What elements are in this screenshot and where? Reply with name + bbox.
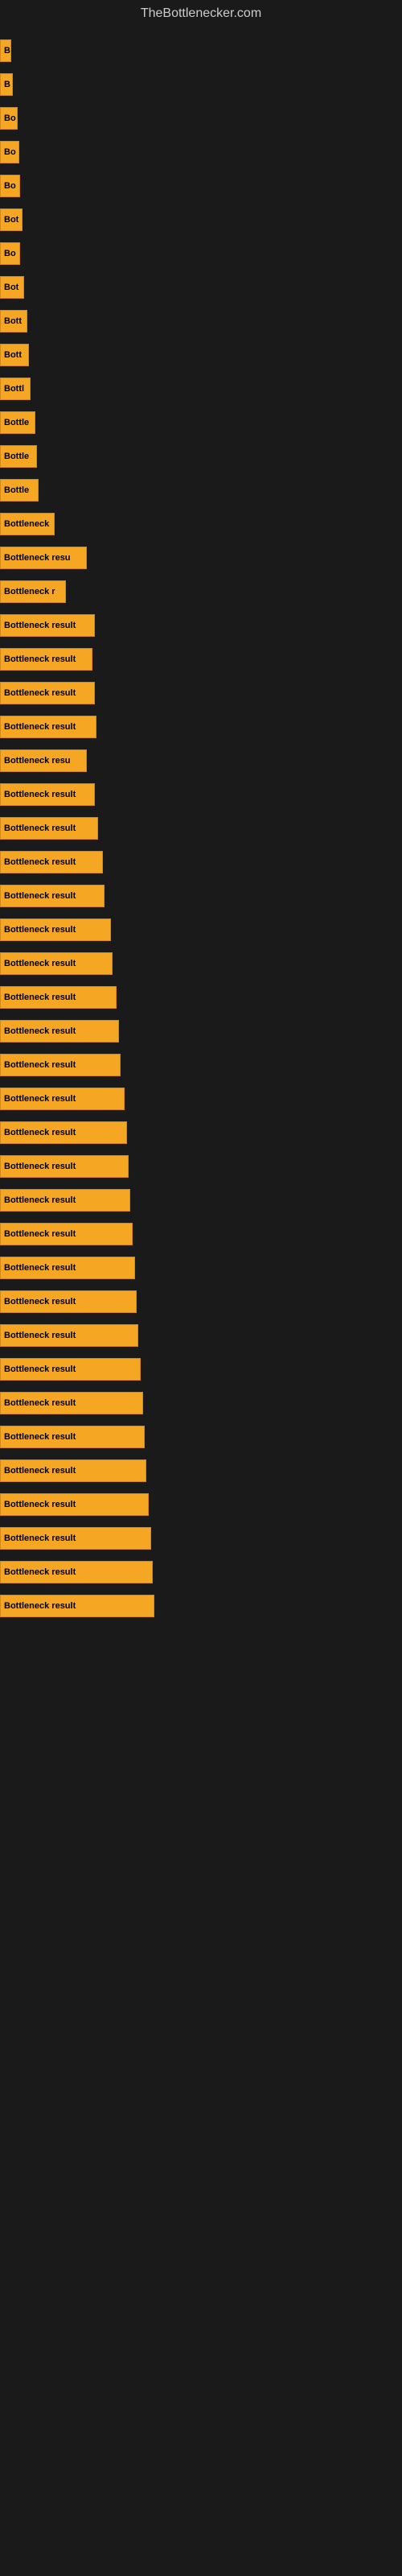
bar-label: Bottleneck result bbox=[0, 1595, 154, 1617]
bar-row: Bottleneck result bbox=[0, 644, 402, 675]
bar-label: Bot bbox=[0, 276, 24, 299]
bar-row: Bottleneck result bbox=[0, 813, 402, 844]
bar-row: Bottleneck result bbox=[0, 678, 402, 708]
bar-row: Bo bbox=[0, 137, 402, 167]
bar-row: Bottl bbox=[0, 374, 402, 404]
bar-row: Bottleneck result bbox=[0, 1320, 402, 1351]
bar-row: Bottleneck result bbox=[0, 1388, 402, 1418]
bar-label: Bottleneck result bbox=[0, 682, 95, 704]
bar-label: B bbox=[0, 73, 13, 96]
bar-row: Bottleneck result bbox=[0, 982, 402, 1013]
bar-label: Bottleneck result bbox=[0, 648, 92, 671]
bar-label: Bottleneck result bbox=[0, 716, 96, 738]
bar-row: Bottleneck result bbox=[0, 1117, 402, 1148]
bar-label: Bottleneck result bbox=[0, 952, 113, 975]
bar-row: Bottleneck result bbox=[0, 1489, 402, 1520]
bar-label: Bottle bbox=[0, 479, 39, 502]
bar-row: Bottleneck result bbox=[0, 1016, 402, 1046]
bar-label: Bo bbox=[0, 141, 19, 163]
bar-label: Bottleneck result bbox=[0, 1257, 135, 1279]
bar-row: Bottleneck result bbox=[0, 1286, 402, 1317]
bar-row: Bottleneck result bbox=[0, 948, 402, 979]
bar-row: Bottleneck result bbox=[0, 712, 402, 742]
bar-row: Bo bbox=[0, 238, 402, 269]
bar-row: Bottleneck result bbox=[0, 1151, 402, 1182]
bar-row: Bottleneck result bbox=[0, 1050, 402, 1080]
bar-row: Bottleneck result bbox=[0, 1557, 402, 1587]
bar-label: Bottleneck bbox=[0, 513, 55, 535]
bar-label: Bottleneck result bbox=[0, 1358, 141, 1381]
bar-label: Bottle bbox=[0, 445, 37, 468]
bar-row: Bottleneck resu bbox=[0, 543, 402, 573]
bar-label: Bottleneck result bbox=[0, 1088, 125, 1110]
bar-label: Bottleneck result bbox=[0, 1324, 138, 1347]
bar-label: Bottleneck result bbox=[0, 1155, 129, 1178]
bar-label: Bottleneck result bbox=[0, 986, 117, 1009]
bar-label: Bottleneck result bbox=[0, 1223, 133, 1245]
bar-row: Bottleneck bbox=[0, 509, 402, 539]
bar-label: Bottle bbox=[0, 411, 35, 434]
bar-label: Bottleneck result bbox=[0, 817, 98, 840]
bar-label: Bottleneck resu bbox=[0, 749, 87, 772]
bar-row: Bo bbox=[0, 171, 402, 201]
bar-row: Bottleneck result bbox=[0, 610, 402, 641]
bar-row: Bottle bbox=[0, 475, 402, 506]
bar-row: Bot bbox=[0, 204, 402, 235]
bar-label: Bo bbox=[0, 242, 20, 265]
bar-label: Bott bbox=[0, 344, 29, 366]
bar-row: Bottleneck r bbox=[0, 576, 402, 607]
bar-row: Bottleneck resu bbox=[0, 745, 402, 776]
bar-row: Bottleneck result bbox=[0, 1219, 402, 1249]
bar-row: Bottleneck result bbox=[0, 1455, 402, 1486]
bar-label: B bbox=[0, 39, 11, 62]
bar-label: Bottl bbox=[0, 378, 31, 400]
bar-label: Bottleneck result bbox=[0, 1527, 151, 1550]
site-title: TheBottlenecker.com bbox=[0, 0, 402, 27]
bar-label: Bottleneck result bbox=[0, 614, 95, 637]
bar-row: Bottleneck result bbox=[0, 779, 402, 810]
bar-label: Bottleneck resu bbox=[0, 547, 87, 569]
bar-row: B bbox=[0, 35, 402, 66]
bar-label: Bot bbox=[0, 208, 23, 231]
bar-row: Bottleneck result bbox=[0, 1422, 402, 1452]
bar-row: Bott bbox=[0, 306, 402, 336]
bar-label: Bottleneck result bbox=[0, 783, 95, 806]
bar-label: Bottleneck result bbox=[0, 1426, 145, 1448]
bar-label: Bottleneck result bbox=[0, 885, 105, 907]
bars-container: BB Bo Bo Bo Bot Bo Bot Bott Bott Bottl Bottle Bottl… bbox=[0, 27, 402, 1633]
bar-label: Bo bbox=[0, 107, 18, 130]
bar-row: Bottle bbox=[0, 441, 402, 472]
bar-row: Bott bbox=[0, 340, 402, 370]
bar-label: Bottleneck r bbox=[0, 580, 66, 603]
bar-row: Bottleneck result bbox=[0, 1084, 402, 1114]
bar-row: Bottleneck result bbox=[0, 881, 402, 911]
bar-row: Bo bbox=[0, 103, 402, 134]
bar-label: Bo bbox=[0, 175, 20, 197]
bar-row: Bottleneck result bbox=[0, 1185, 402, 1216]
bar-label: Bottleneck result bbox=[0, 1121, 127, 1144]
bar-row: Bot bbox=[0, 272, 402, 303]
bar-label: Bottleneck result bbox=[0, 851, 103, 873]
bar-label: Bottleneck result bbox=[0, 1290, 137, 1313]
bar-row: Bottleneck result bbox=[0, 914, 402, 945]
bar-row: Bottleneck result bbox=[0, 847, 402, 877]
bar-row: Bottleneck result bbox=[0, 1253, 402, 1283]
bar-label: Bottleneck result bbox=[0, 1561, 153, 1583]
bar-label: Bottleneck result bbox=[0, 1020, 119, 1042]
bar-label: Bottleneck result bbox=[0, 1054, 121, 1076]
bar-row: Bottleneck result bbox=[0, 1354, 402, 1385]
bar-row: Bottleneck result bbox=[0, 1591, 402, 1621]
bar-label: Bottleneck result bbox=[0, 1392, 143, 1414]
bar-label: Bottleneck result bbox=[0, 1189, 130, 1212]
bar-row: Bottle bbox=[0, 407, 402, 438]
bar-label: Bottleneck result bbox=[0, 919, 111, 941]
bar-label: Bottleneck result bbox=[0, 1493, 149, 1516]
bar-row: B bbox=[0, 69, 402, 100]
bar-label: Bottleneck result bbox=[0, 1459, 146, 1482]
bar-row: Bottleneck result bbox=[0, 1523, 402, 1554]
bar-label: Bott bbox=[0, 310, 27, 332]
